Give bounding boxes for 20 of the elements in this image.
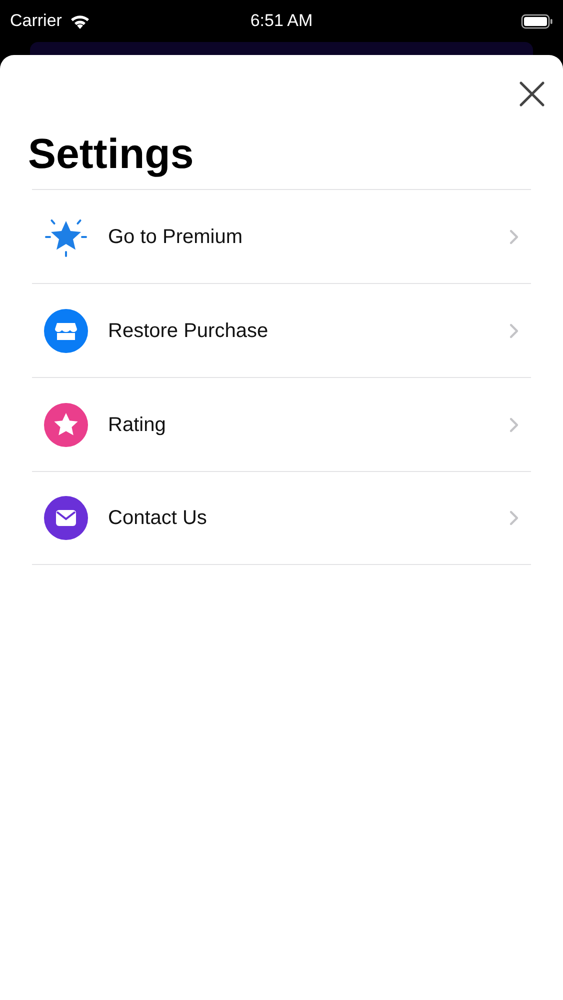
settings-row[interactable]: Go to Premium bbox=[32, 189, 531, 284]
page-title: Settings bbox=[28, 129, 195, 179]
envelope-icon bbox=[44, 496, 88, 540]
carrier-name: Carrier bbox=[10, 10, 62, 32]
close-icon bbox=[519, 81, 545, 107]
chevron-icon bbox=[509, 416, 519, 433]
chevron-icon bbox=[509, 510, 519, 526]
storefront-icon bbox=[44, 308, 88, 353]
row-label: Go to Premium bbox=[108, 224, 244, 250]
battery-icon bbox=[521, 14, 553, 28]
settings-row[interactable]: Rating bbox=[32, 377, 531, 472]
settings-row[interactable]: Restore Purchase bbox=[32, 283, 531, 378]
row-label: Contact Us bbox=[108, 506, 208, 532]
clock-time: 6:51 AM bbox=[250, 10, 313, 32]
settings-row[interactable]: Contact Us bbox=[32, 471, 531, 566]
row-label: Restore Purchase bbox=[108, 318, 270, 344]
chevron-icon bbox=[509, 228, 519, 245]
chevron-icon bbox=[509, 322, 519, 339]
wifi-icon bbox=[70, 14, 90, 28]
row-label: Rating bbox=[108, 412, 167, 438]
